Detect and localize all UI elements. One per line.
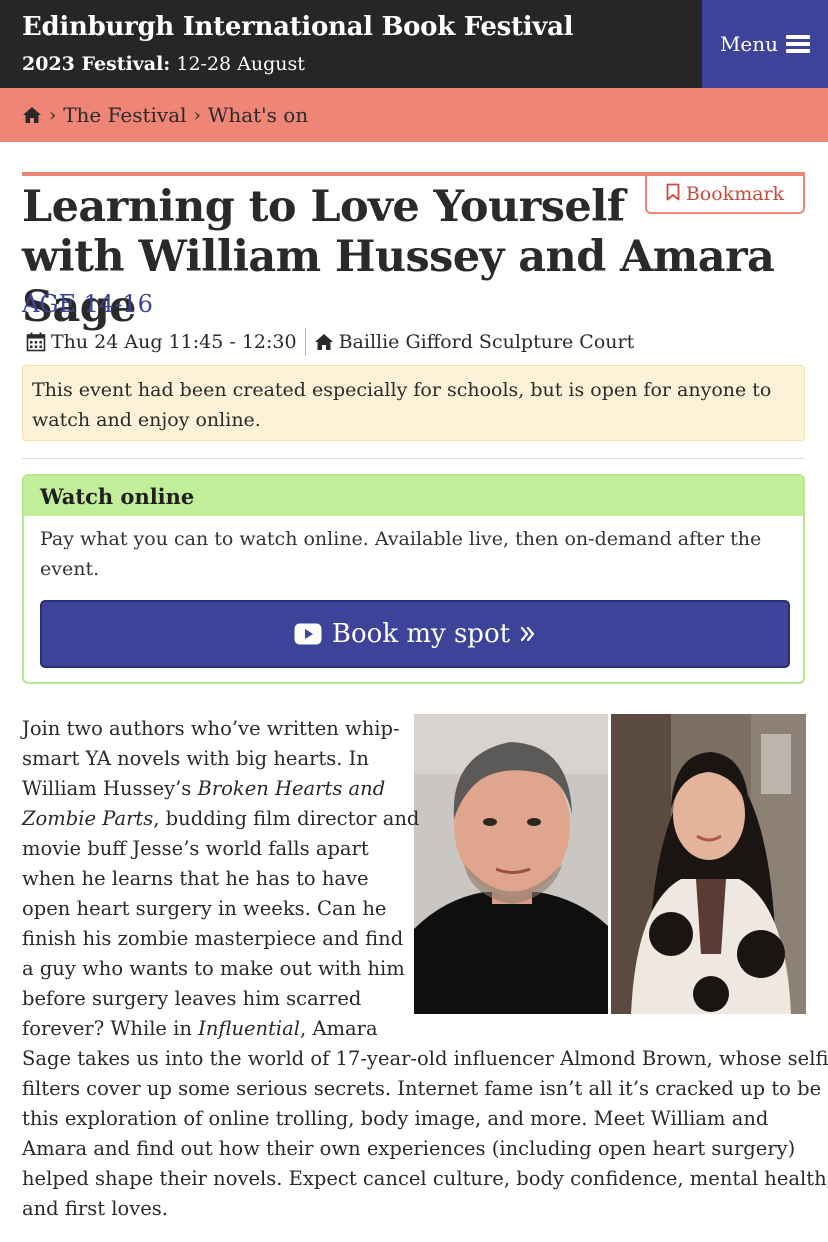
site-header: Edinburgh International Book Festival 20… (0, 0, 828, 88)
description-line: open heart surgery in weeks. Can he (22, 897, 387, 920)
breadcrumb-item-whats-on[interactable]: What's on (208, 103, 308, 127)
event-venue[interactable]: Baillie Gifford Sculpture Court (339, 331, 635, 353)
menu-button[interactable]: Menu (702, 0, 828, 88)
description-line: finish his zombie masterpiece and find (22, 927, 404, 950)
watch-online-heading: Watch online (24, 476, 803, 516)
calendar-icon (26, 332, 51, 352)
description-line: Sage takes us into the world of 17-year-… (22, 1047, 828, 1070)
watch-text-line: event. (40, 558, 100, 580)
book-title-influential: Influential (198, 1017, 301, 1040)
festival-label: 2023 Festival: (22, 53, 171, 75)
description-line: Join two authors who’ve written whip- (22, 717, 400, 740)
watch-online-panel: Watch online Pay what you can to watch o… (22, 474, 805, 684)
festival-date-range: 12-28 August (176, 53, 305, 75)
bookmark-icon (666, 183, 680, 206)
notice-line: This event had been created especially f… (32, 379, 772, 401)
watch-online-description: Pay what you can to watch online. Availa… (40, 524, 785, 584)
book-title-zombie-parts: Zombie Parts (22, 807, 154, 830)
breadcrumb: › The Festival › What's on (0, 88, 828, 142)
meta-divider (304, 328, 306, 356)
chevron-right-icon: › (49, 104, 57, 126)
event-datetime: Thu 24 Aug 11:45 - 12:30 (51, 331, 297, 353)
description-line: when he learns that he has to have (22, 867, 369, 890)
event-meta: Thu 24 Aug 11:45 - 12:30 Baillie Gifford… (26, 328, 634, 356)
notice-line: watch and enjoy online. (32, 409, 261, 431)
home-icon[interactable] (22, 106, 42, 124)
description-line: movie buff Jesse’s world falls apart (22, 837, 369, 860)
section-divider (22, 458, 805, 459)
festival-dates: 2023 Festival: 12-28 August (22, 53, 305, 75)
age-range: AGE 14-16 (22, 290, 153, 318)
description-text: forever? While in (22, 1017, 199, 1040)
menu-label: Menu (719, 32, 779, 56)
bookmark-label: Bookmark (685, 183, 785, 205)
venue-icon (314, 333, 339, 351)
chevron-right-icon: › (193, 104, 201, 126)
description-line: forever? While in Influential, Amara (22, 1014, 806, 1044)
description-line: and first loves. (22, 1197, 168, 1220)
description-line: this exploration of online trolling, bod… (22, 1107, 769, 1130)
breadcrumb-item-the-festival[interactable]: The Festival (63, 103, 186, 127)
description-line: helped shape their novels. Expect cancel… (22, 1167, 828, 1190)
description-line: smart YA novels with big hearts. In (22, 747, 369, 770)
description-line: filters cover up some serious secrets. I… (22, 1077, 828, 1100)
bookmark-button[interactable]: Bookmark (645, 176, 805, 214)
description-line: Zombie Parts, budding film director and (22, 804, 806, 834)
site-title[interactable]: Edinburgh International Book Festival (22, 12, 574, 42)
description-text: William Hussey’s (22, 777, 198, 800)
double-chevron-right-icon (520, 626, 536, 642)
description-text: , Amara (300, 1017, 378, 1040)
book-my-spot-label: Book my spot (331, 619, 511, 649)
watch-text-line: Pay what you can to watch online. Availa… (40, 528, 762, 550)
schools-notice: This event had been created especially f… (22, 365, 805, 441)
description-line: Amara and find out how their own experie… (22, 1137, 796, 1160)
description-text: , budding film director and (153, 807, 420, 830)
description-line: before surgery leaves him scarred (22, 987, 362, 1010)
youtube-icon (294, 623, 322, 645)
description-line: a guy who wants to make out with him (22, 957, 405, 980)
description-line: William Hussey’s Broken Hearts and (22, 774, 806, 804)
hamburger-icon (786, 34, 811, 54)
event-description: Join two authors who’ve written whip- sm… (22, 714, 828, 1224)
book-title-broken-hearts: Broken Hearts and (197, 777, 386, 800)
book-my-spot-button[interactable]: Book my spot (40, 600, 790, 668)
